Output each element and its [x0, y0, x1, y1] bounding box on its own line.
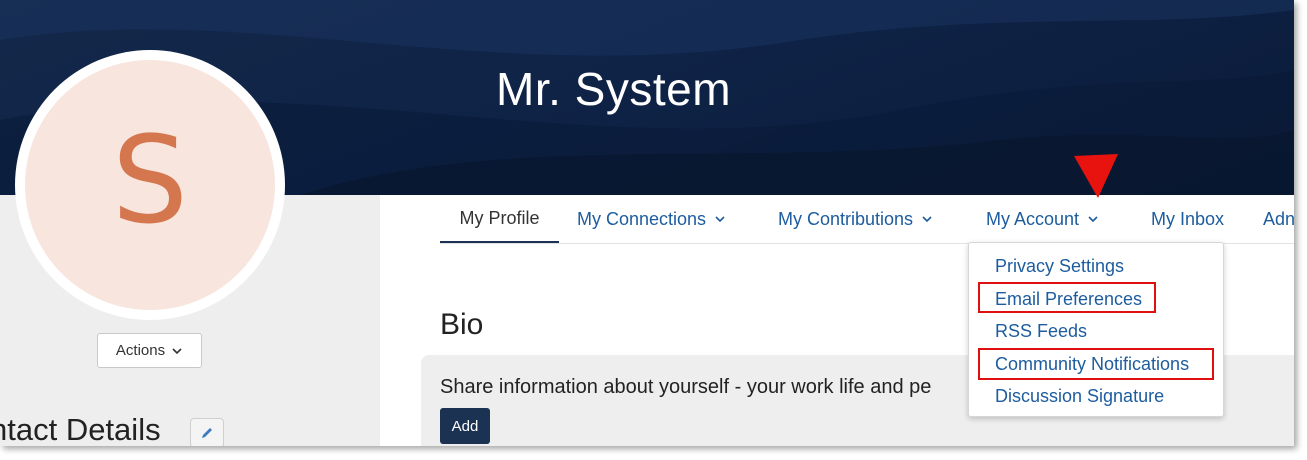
menu-item-privacy-settings[interactable]: Privacy Settings — [995, 256, 1124, 277]
menu-item-rss-feeds[interactable]: RSS Feeds — [995, 321, 1087, 342]
screenshot-frame: Mr. System S Actions ntact Details My Pr… — [0, 0, 1294, 446]
tab-label: My Profile — [459, 207, 540, 228]
profile-tab-bar: My Profile My Connections My Contributio… — [440, 195, 1294, 244]
actions-button[interactable]: Actions — [97, 333, 202, 368]
tab-my-profile[interactable]: My Profile — [440, 195, 559, 243]
profile-name: Mr. System — [496, 63, 732, 115]
annotation-highlight-community-notifications — [978, 348, 1214, 380]
bio-heading: Bio — [440, 308, 484, 341]
avatar-circle: S — [25, 60, 275, 310]
edit-contact-details-button[interactable] — [190, 418, 224, 446]
avatar: S — [15, 50, 285, 320]
tab-label: My Contributions — [778, 208, 914, 229]
tab-admin[interactable]: Adn — [1263, 195, 1294, 243]
chevron-down-icon — [922, 216, 932, 223]
annotation-highlight-email-preferences — [978, 282, 1156, 313]
tab-label: Adn — [1263, 208, 1294, 229]
bio-prompt-text: Share information about yourself - your … — [440, 376, 932, 398]
menu-item-discussion-signature[interactable]: Discussion Signature — [995, 386, 1164, 407]
contact-details-heading: ntact Details — [0, 412, 161, 446]
tab-label: My Inbox — [1151, 208, 1225, 229]
tab-label: My Account — [986, 208, 1080, 229]
tab-label: My Connections — [577, 208, 707, 229]
pencil-icon — [202, 428, 212, 438]
tab-my-inbox[interactable]: My Inbox — [1151, 195, 1224, 243]
chevron-down-icon — [172, 347, 182, 354]
chevron-down-icon — [715, 216, 725, 223]
red-arrow-pointer-icon — [1074, 154, 1118, 198]
add-bio-button[interactable]: Add — [440, 408, 490, 444]
avatar-initial: S — [111, 112, 189, 251]
chevron-down-icon — [1088, 216, 1098, 223]
tab-my-connections[interactable]: My Connections — [577, 195, 726, 243]
actions-button-label: Actions — [115, 342, 166, 359]
tab-my-account[interactable]: My Account — [986, 195, 1099, 243]
tab-my-contributions[interactable]: My Contributions — [778, 195, 933, 243]
my-account-dropdown-menu: Privacy Settings Email Preferences RSS F… — [968, 242, 1224, 417]
